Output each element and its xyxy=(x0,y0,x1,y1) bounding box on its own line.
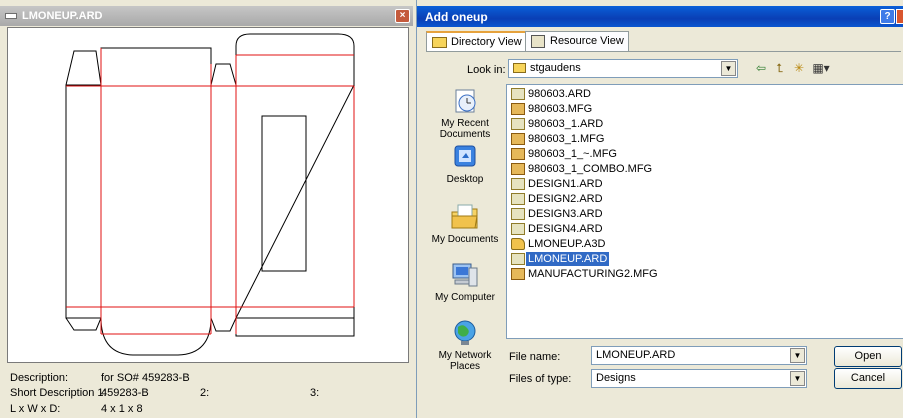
dimensions-value: 4 x 1 x 8 xyxy=(101,403,143,415)
file-name: LMONEUP.ARD xyxy=(524,251,611,267)
ard-file-icon xyxy=(511,178,525,190)
file-name: 980603.MFG xyxy=(528,103,593,115)
open-button[interactable]: Open xyxy=(834,346,902,367)
resource-icon xyxy=(531,35,545,48)
files-of-type-label: Files of type: xyxy=(509,373,572,385)
ard-file-icon xyxy=(511,208,525,220)
file-name-field[interactable]: LMONEUP.ARD ▼ xyxy=(591,346,807,365)
file-name: DESIGN2.ARD xyxy=(528,193,603,205)
places-bar: My Recent Documents Desktop My Documents… xyxy=(425,86,505,386)
place-my-documents[interactable]: My Documents xyxy=(425,202,505,245)
file-name-label: File name: xyxy=(509,351,561,363)
mfg-file-icon xyxy=(511,268,525,280)
up-folder-icon[interactable]: ⮤ xyxy=(772,60,788,76)
dialog-titlebar[interactable]: Add oneup ? xyxy=(417,6,903,27)
look-in-dropdown[interactable]: stgaudens ▼ xyxy=(508,59,738,78)
place-label: My Computer xyxy=(434,292,495,303)
tab-directory-view[interactable]: Directory View xyxy=(426,31,527,52)
help-button[interactable]: ? xyxy=(880,9,895,24)
file-name: 980603_1.MFG xyxy=(528,133,605,145)
place-label: My Recent Documents xyxy=(439,118,491,140)
new-folder-icon[interactable]: ✳ xyxy=(791,60,807,76)
preview-title: LMONEUP.ARD xyxy=(22,10,103,22)
network-places-icon xyxy=(449,318,481,348)
place-label: My Documents xyxy=(431,234,499,245)
place-label: My Network Places xyxy=(438,350,492,372)
description-label: Description: xyxy=(10,372,69,384)
file-name: DESIGN4.ARD xyxy=(528,223,603,235)
mfg-file-icon xyxy=(511,148,525,160)
preview-titlebar[interactable]: LMONEUP.ARD × xyxy=(0,6,413,26)
window-icon xyxy=(5,13,17,19)
cancel-button[interactable]: Cancel xyxy=(834,368,902,389)
preview-window: LMONEUP.ARD × Description: for SO# 45928… xyxy=(0,0,417,418)
look-in-label: Look in: xyxy=(467,64,506,76)
chevron-down-icon[interactable]: ▼ xyxy=(721,61,736,76)
place-label: Desktop xyxy=(446,174,484,185)
ard-file-icon xyxy=(511,223,525,235)
my-computer-icon xyxy=(449,260,481,290)
mfg-file-icon xyxy=(511,163,525,175)
tab-label: Directory View xyxy=(451,36,522,48)
tab-label: Resource View xyxy=(550,35,624,47)
chevron-down-icon[interactable]: ▼ xyxy=(790,371,805,386)
design-preview-canvas xyxy=(7,27,409,363)
screen: LMONEUP.ARD × Description: for SO# 45928… xyxy=(0,0,903,418)
file-name: 980603.ARD xyxy=(528,88,591,100)
place-my-computer[interactable]: My Computer xyxy=(425,260,505,303)
short-description-label: Short Description 1: xyxy=(10,387,107,399)
short-description-value: 459283-B xyxy=(101,387,149,399)
tab-resource-view[interactable]: Resource View xyxy=(525,31,629,51)
mfg-file-icon xyxy=(511,103,525,115)
a3d-file-icon xyxy=(511,238,525,250)
files-of-type-value: Designs xyxy=(596,372,636,384)
chevron-down-icon[interactable]: ▼ xyxy=(790,348,805,363)
file-name-value: LMONEUP.ARD xyxy=(596,349,676,361)
short-description-2-label: 2: xyxy=(200,387,210,399)
file-name: DESIGN1.ARD xyxy=(528,178,603,190)
back-icon[interactable]: ⇦ xyxy=(753,60,769,76)
my-documents-icon xyxy=(449,202,481,232)
mfg-file-icon xyxy=(511,133,525,145)
folder-icon xyxy=(432,37,447,48)
ard-file-icon xyxy=(511,253,525,265)
ard-file-icon xyxy=(511,88,525,100)
file-name: 980603_1_~.MFG xyxy=(528,148,617,160)
dialog-title: Add oneup xyxy=(425,10,488,24)
file-name: LMONEUP.A3D xyxy=(528,238,606,250)
file-name: DESIGN3.ARD xyxy=(528,208,603,220)
ard-file-icon xyxy=(511,193,525,205)
views-menu-icon[interactable]: ▦▾ xyxy=(810,60,832,76)
files-of-type-dropdown[interactable]: Designs ▼ xyxy=(591,369,807,388)
preview-close-button[interactable]: × xyxy=(395,9,410,23)
recent-documents-icon xyxy=(449,86,481,116)
dialog-close-button[interactable] xyxy=(896,9,903,24)
short-description-3-label: 3: xyxy=(310,387,320,399)
file-name: 980603_1_COMBO.MFG xyxy=(528,163,653,175)
look-in-value: stgaudens xyxy=(530,62,581,74)
place-my-recent-documents[interactable]: My Recent Documents xyxy=(425,86,505,140)
folder-icon xyxy=(513,63,526,73)
preview-info-panel: Description: for SO# 459283-B Short Desc… xyxy=(0,365,413,418)
desktop-icon xyxy=(449,142,481,172)
place-desktop[interactable]: Desktop xyxy=(425,142,505,185)
file-name: MANUFACTURING2.MFG xyxy=(528,268,658,280)
file-name: 980603_1.ARD xyxy=(528,118,604,130)
description-value: for SO# 459283-B xyxy=(101,372,190,384)
add-oneup-dialog: Add oneup ? Directory View Resource View… xyxy=(417,0,903,418)
carton-dieline xyxy=(65,33,355,356)
ard-file-icon xyxy=(511,118,525,130)
place-my-network-places[interactable]: My Network Places xyxy=(425,318,505,372)
dimensions-label: L x W x D: xyxy=(10,403,61,415)
file-list[interactable]: 980603.ARD 980603.MFG 980603_1.ARD 98060… xyxy=(506,84,903,339)
